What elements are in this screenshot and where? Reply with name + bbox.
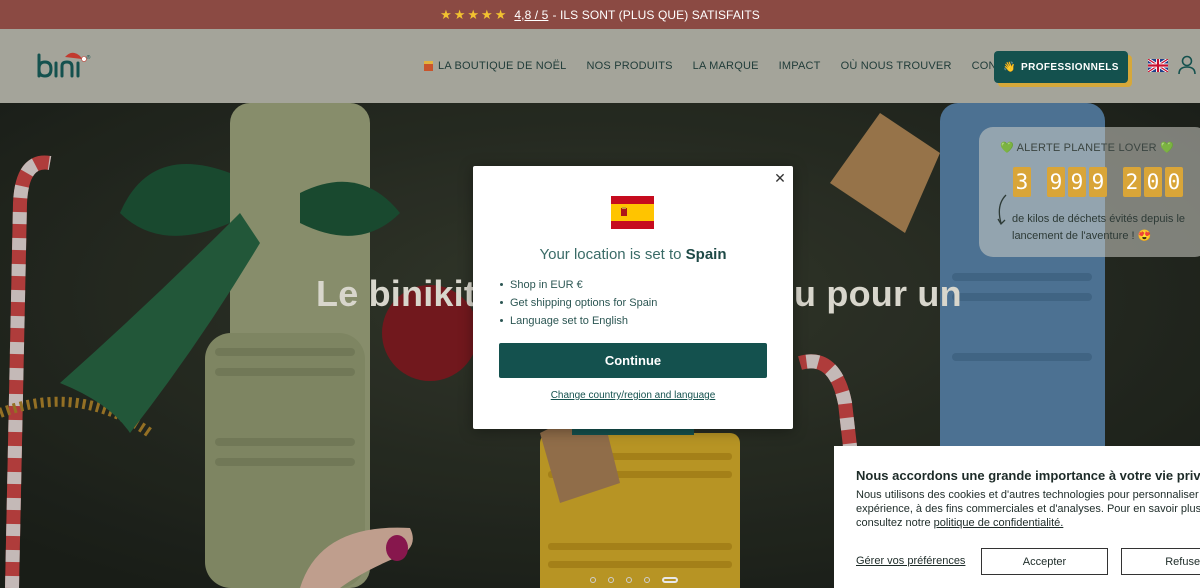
announcement-text: - ILS SONT (PLUS QUE) SATISFAITS <box>552 7 760 22</box>
nav-label: LA MARQUE <box>692 60 759 72</box>
bini-logo[interactable]: ® <box>36 49 94 83</box>
uk-flag-icon[interactable] <box>1147 57 1169 74</box>
gift-icon <box>424 61 433 71</box>
carousel-dot[interactable] <box>626 577 632 583</box>
counter-digit: 9 <box>1089 167 1107 197</box>
nav-label: LA BOUTIQUE DE NOËL <box>438 60 567 72</box>
rating-stars-icon: ★★★★★ <box>440 6 509 22</box>
carousel-dots <box>590 577 690 583</box>
counter-digit: 9 <box>1068 167 1086 197</box>
main-nav: LA BOUTIQUE DE NOËL NOS PRODUITS LA MARQ… <box>424 29 1045 103</box>
counter-title-text: ALERTE PLANETE LOVER <box>1016 142 1157 154</box>
cookie-text-line: expérience, à des fins commerciales et d… <box>856 503 1200 515</box>
accept-cookies-button[interactable]: Accepter <box>981 548 1108 575</box>
location-heading: Your location is set to Spain <box>473 246 793 263</box>
carousel-dot[interactable] <box>608 577 614 583</box>
counter-digit: 0 <box>1144 167 1162 197</box>
carousel-dot[interactable] <box>590 577 596 583</box>
counter-digit: 9 <box>1047 167 1065 197</box>
cookie-text-prefix: consultez notre <box>856 517 931 529</box>
rating-link[interactable]: 4,8 / 5 <box>514 8 548 22</box>
green-heart-icon: 💚 <box>1160 142 1174 154</box>
location-bullets: Shop in EUR € Get shipping options for S… <box>500 276 657 330</box>
announcement-bar: ★★★★★ 4,8 / 5 - ILS SONT (PLUS QUE) SATI… <box>0 0 1200 29</box>
green-heart-icon: 💚 <box>1000 142 1014 154</box>
list-item: Get shipping options for Spain <box>500 294 657 312</box>
nav-label: NOS PRODUITS <box>586 60 673 72</box>
list-item: Language set to English <box>500 312 657 330</box>
cookie-consent-panel: Nous accordons une grande importance à v… <box>834 446 1200 588</box>
nav-item-products[interactable]: NOS PRODUITS <box>587 60 673 72</box>
account-icon[interactable] <box>1178 55 1196 75</box>
heading-prefix: Your location is set to <box>539 246 682 263</box>
list-item: Shop in EUR € <box>500 276 657 294</box>
counter-description: de kilos de déchets évités depuis le lan… <box>1012 213 1186 242</box>
cookie-text: Nous utilisons des cookies et d'autres t… <box>856 488 1200 530</box>
cookie-text-line: consultez notre politique de confidentia… <box>856 516 1200 530</box>
nav-item-impact[interactable]: IMPACT <box>779 60 821 72</box>
hero-title-right: u pour un <box>794 273 962 314</box>
manage-preferences-link[interactable]: Gérer vos préférences <box>856 555 965 567</box>
nav-item-brand[interactable]: LA MARQUE <box>693 60 759 72</box>
curved-arrow-icon <box>997 194 1007 226</box>
carousel-dot-active[interactable] <box>662 577 678 583</box>
counter-digit: 0 <box>1165 167 1183 197</box>
change-country-link[interactable]: Change country/region and language <box>473 390 793 401</box>
location-modal: ✕ Your location is set to Spain Shop in … <box>473 166 793 429</box>
svg-text:®: ® <box>86 54 91 61</box>
counter-digit: 2 <box>1123 167 1141 197</box>
counter-digit: 3 <box>1013 167 1031 197</box>
cookie-title: Nous accordons une grande importance à v… <box>856 468 1200 483</box>
nav-label: OÙ NOUS TROUVER <box>840 60 952 72</box>
nav-label: IMPACT <box>778 60 821 72</box>
hero-title: Le binikit u pour un <box>316 273 962 315</box>
cookie-text-line: Nous utilisons des cookies et d'autres t… <box>856 489 1200 501</box>
carousel-dot[interactable] <box>644 577 650 583</box>
counter-digits: 3 9 9 9 2 0 0 <box>1013 167 1186 197</box>
privacy-policy-link[interactable]: politique de confidentialité. <box>934 517 1064 529</box>
close-icon[interactable]: ✕ <box>773 171 787 185</box>
nav-item-where-to-find[interactable]: OÙ NOUS TROUVER <box>841 60 952 72</box>
waving-hand-icon: 👋 <box>1003 61 1016 73</box>
professionals-button[interactable]: 👋 PROFESSIONNELS <box>994 51 1128 83</box>
spain-flag-icon <box>611 196 654 229</box>
refuse-cookies-button[interactable]: Refuser <box>1121 548 1200 575</box>
continue-button[interactable]: Continue <box>499 343 767 378</box>
counter-title: 💚 ALERTE PLANETE LOVER 💚 <box>979 141 1195 154</box>
hero-title-left: Le binikit <box>316 273 477 314</box>
waste-counter-widget: 💚 ALERTE PLANETE LOVER 💚 3 9 9 9 2 0 0 d… <box>979 127 1200 257</box>
selected-country: Spain <box>685 246 727 263</box>
professionals-label: PROFESSIONNELS <box>1021 61 1119 73</box>
site-header: ® LA BOUTIQUE DE NOËL NOS PRODUITS LA MA… <box>0 29 1200 103</box>
nav-item-christmas-shop[interactable]: LA BOUTIQUE DE NOËL <box>424 60 567 72</box>
